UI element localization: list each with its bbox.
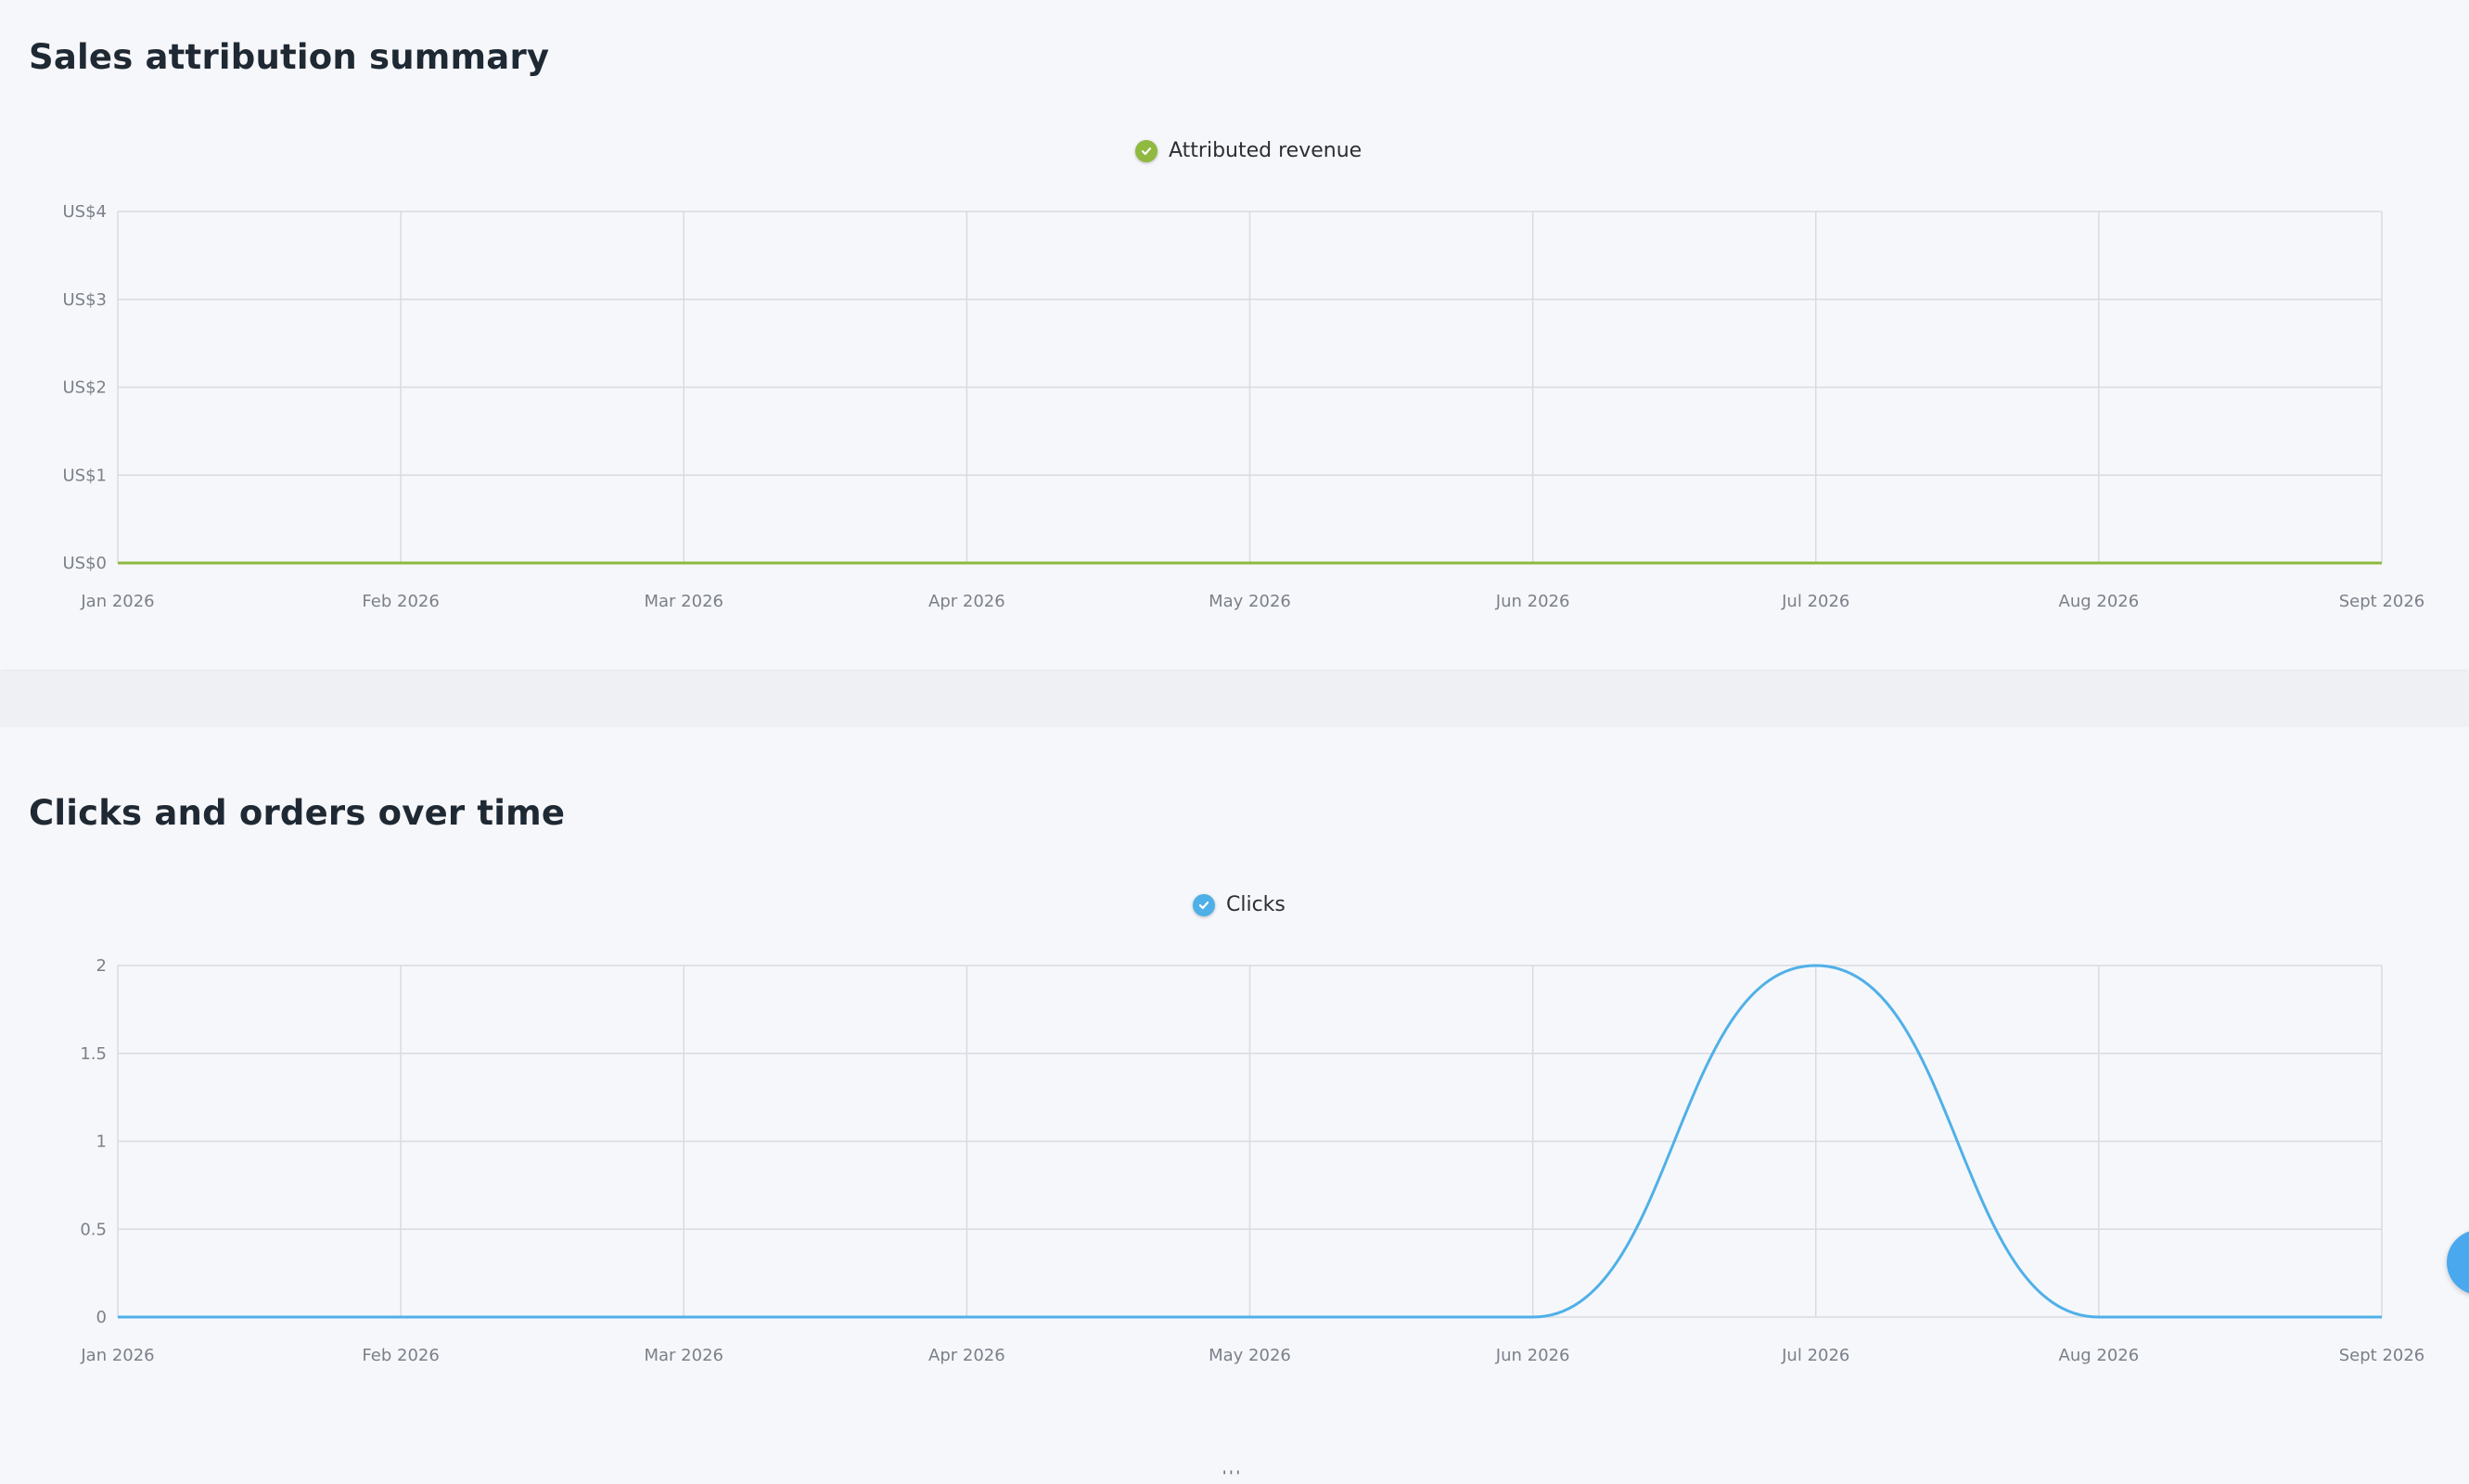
y-tick-label: US$0 <box>62 554 107 573</box>
x-tick-label: Jan 2026 <box>80 592 154 611</box>
y-tick-label: US$2 <box>62 378 107 398</box>
x-tick-label: Feb 2026 <box>362 1346 439 1365</box>
drag-handle-icon[interactable]: ''' <box>1222 1469 1243 1484</box>
y-tick-label: US$4 <box>62 202 107 222</box>
legend-label: Clicks <box>1226 893 1286 916</box>
x-tick-label: Jul 2026 <box>1781 1346 1849 1365</box>
legend-clicks[interactable]: Clicks <box>1193 893 1286 916</box>
sales-attribution-panel: Sales attribution summary Attributed rev… <box>0 0 2469 670</box>
x-tick-label: Aug 2026 <box>2059 592 2140 611</box>
x-tick-label: Sept 2026 <box>2339 1346 2425 1365</box>
clicks-chart: 0 0.5 1 1.5 2 Jan 2026 Feb 2026 Mar 2026 Apr 202… <box>80 956 2425 1365</box>
y-tick-label: 2 <box>96 956 107 976</box>
check-circle-icon <box>1193 893 1215 916</box>
x-tick-label: Apr 2026 <box>928 1346 1005 1365</box>
y-tick-label: 0.5 <box>80 1220 107 1239</box>
y-tick-label: 0 <box>96 1308 107 1327</box>
x-tick-label: Jun 2026 <box>1495 1346 1570 1365</box>
x-tick-label: May 2026 <box>1209 1346 1291 1365</box>
x-tick-label: Jun 2026 <box>1495 592 1570 611</box>
x-tick-label: Mar 2026 <box>645 1346 724 1365</box>
x-tick-label: Sept 2026 <box>2339 592 2425 611</box>
y-tick-label: US$3 <box>62 290 107 310</box>
x-tick-label: Mar 2026 <box>645 592 724 611</box>
y-tick-label: 1.5 <box>80 1044 107 1064</box>
panel-divider <box>0 672 2469 727</box>
x-tick-label: Jan 2026 <box>80 1346 154 1365</box>
x-tick-label: Apr 2026 <box>928 592 1005 611</box>
x-tick-label: Aug 2026 <box>2059 1346 2140 1365</box>
y-tick-label: 1 <box>96 1132 107 1152</box>
y-tick-label: US$1 <box>62 466 107 485</box>
attributed-revenue-chart: US$0 US$1 US$2 US$3 US$4 Jan 2026 Feb 2026 Mar … <box>62 202 2425 611</box>
clicks-orders-panel: ''' Clicks and orders over time 0 0.5 1 1.5… <box>0 727 2469 1484</box>
x-tick-label: Feb 2026 <box>362 592 439 611</box>
x-tick-label: May 2026 <box>1209 592 1291 611</box>
x-tick-label: Jul 2026 <box>1781 592 1849 611</box>
